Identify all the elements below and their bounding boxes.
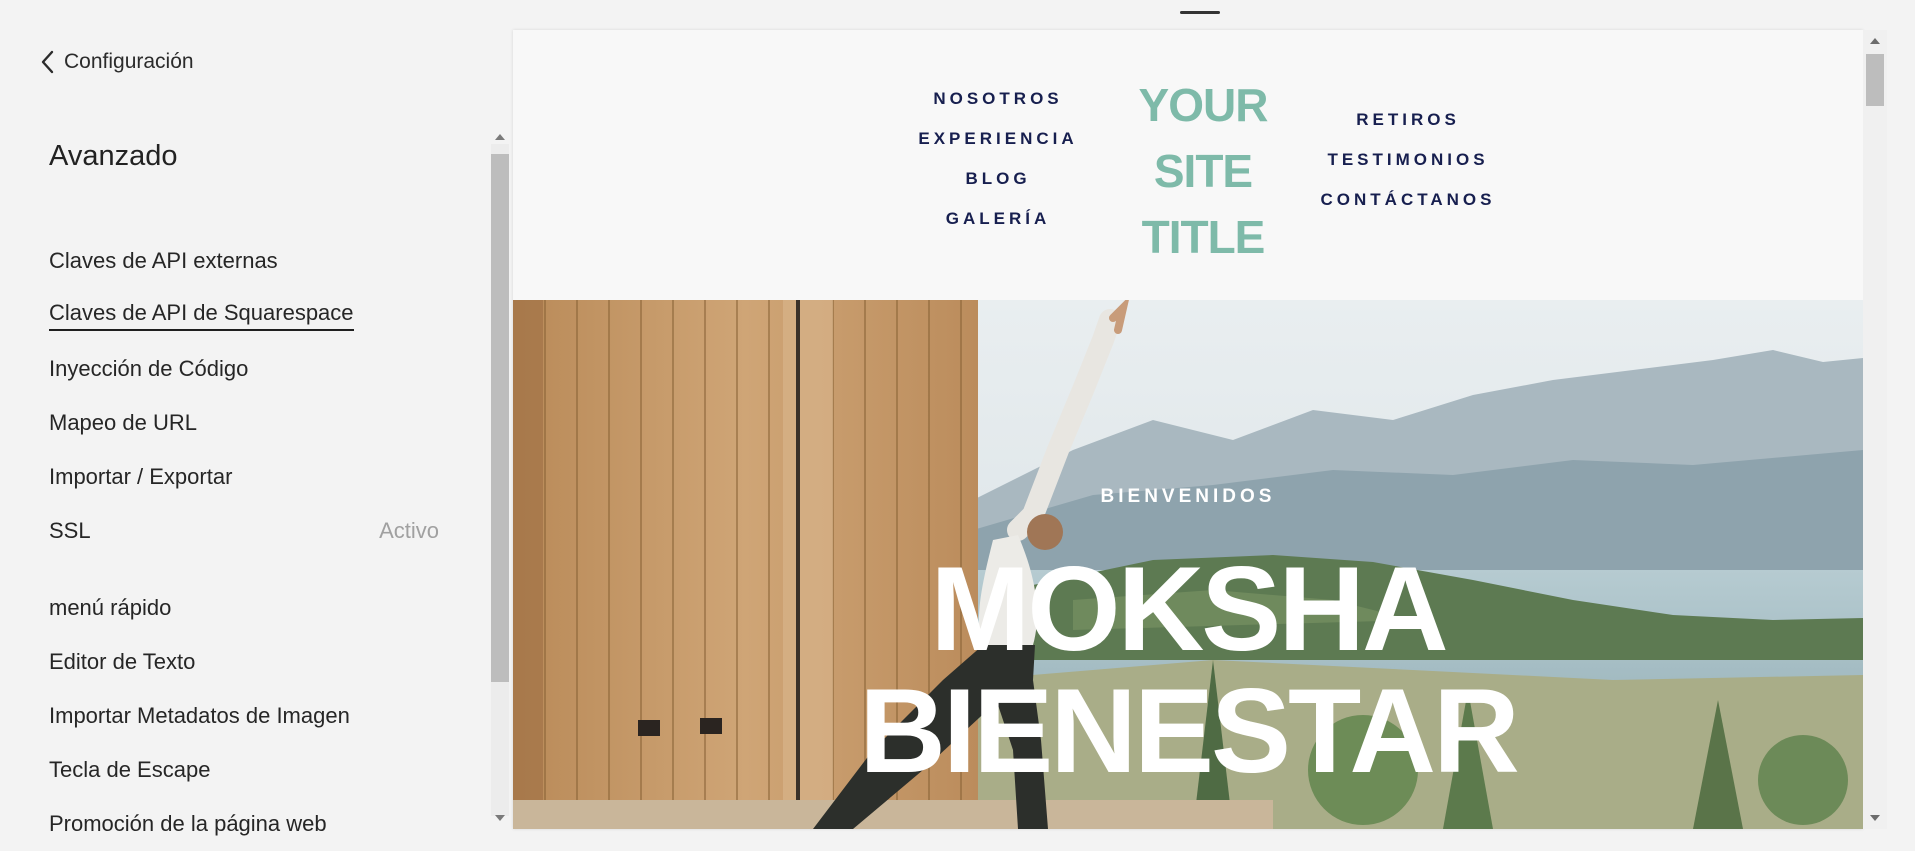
- scroll-down-arrow-icon[interactable]: [1870, 815, 1880, 821]
- menu-item-label: Promoción de la página web: [49, 811, 327, 836]
- scroll-up-arrow-icon[interactable]: [495, 134, 505, 140]
- site-nav-link[interactable]: GALERÍA: [946, 210, 1051, 228]
- scroll-up-arrow-icon[interactable]: [1870, 38, 1880, 44]
- menu-item-escape-key[interactable]: Tecla de Escape: [49, 743, 439, 797]
- ssl-status: Activo: [379, 518, 439, 543]
- menu-item-label: SSL: [49, 518, 91, 543]
- advanced-settings-list-secondary: menú rápido Editor de Texto Importar Met…: [49, 581, 439, 851]
- menu-item-label: Editor de Texto: [49, 649, 196, 674]
- site-nav-right: RETIROS TESTIMONIOS CONTÁCTANOS: [1283, 111, 1533, 209]
- site-nav-link[interactable]: BLOG: [965, 170, 1030, 188]
- site-header: NOSOTROS EXPERIENCIA BLOG GALERÍA YOUR S…: [513, 30, 1863, 300]
- menu-item-label: Claves de API de Squarespace: [49, 299, 354, 331]
- site-nav-link[interactable]: RETIROS: [1356, 111, 1460, 129]
- menu-item-ssl[interactable]: SSL Activo: [49, 504, 439, 558]
- menu-item-url-mappings[interactable]: Mapeo de URL: [49, 396, 439, 450]
- site-nav-link[interactable]: NOSOTROS: [933, 90, 1062, 108]
- menu-item-label: Claves de API externas: [49, 248, 278, 273]
- scroll-down-arrow-icon[interactable]: [495, 815, 505, 821]
- menu-item-code-injection[interactable]: Inyección de Código: [49, 342, 439, 396]
- menu-item-label: menú rápido: [49, 595, 172, 620]
- hero-title-line: MOKSHA: [930, 542, 1448, 676]
- menu-item-import-export[interactable]: Importar / Exportar: [49, 450, 439, 504]
- back-to-settings-link[interactable]: Configuración: [40, 48, 194, 76]
- menu-item-quick-menu[interactable]: menú rápido: [49, 581, 439, 635]
- site-title-line: TITLE: [1141, 211, 1266, 263]
- menu-item-label: Mapeo de URL: [49, 410, 197, 435]
- preview-scrollbar[interactable]: [1863, 30, 1887, 829]
- scrollbar-thumb[interactable]: [491, 154, 509, 682]
- site-nav-link[interactable]: TESTIMONIOS: [1327, 151, 1488, 169]
- menu-item-label: Inyección de Código: [49, 356, 249, 381]
- hero-banner: BIENVENIDOS MOKSHA BIENESTAR: [513, 300, 1863, 829]
- preview-drag-handle[interactable]: [1180, 11, 1220, 14]
- site-nav-link[interactable]: EXPERIENCIA: [918, 130, 1077, 148]
- panel-title: Avanzado: [49, 140, 178, 172]
- menu-item-label: Importar Metadatos de Imagen: [49, 703, 350, 728]
- menu-item-website-promotion[interactable]: Promoción de la página web: [49, 797, 439, 851]
- scrollbar-thumb[interactable]: [1866, 54, 1884, 106]
- hero-title: MOKSHA BIENESTAR: [513, 548, 1863, 792]
- advanced-settings-list: Claves de API externas Claves de API de …: [49, 234, 439, 558]
- menu-item-label: Tecla de Escape: [49, 757, 211, 782]
- menu-item-external-api-keys[interactable]: Claves de API externas: [49, 234, 439, 288]
- back-link-label: Configuración: [64, 50, 194, 73]
- hero-title-line: BIENESTAR: [859, 664, 1520, 798]
- chevron-left-icon: [41, 50, 54, 74]
- panel-scrollbar[interactable]: [488, 130, 512, 829]
- menu-item-text-editor[interactable]: Editor de Texto: [49, 635, 439, 689]
- hero-welcome-text: BIENVENIDOS: [1100, 486, 1276, 507]
- menu-item-label: Importar / Exportar: [49, 464, 233, 489]
- menu-item-squarespace-api-keys[interactable]: Claves de API de Squarespace: [49, 288, 439, 342]
- site-nav-link[interactable]: CONTÁCTANOS: [1321, 191, 1496, 209]
- menu-item-image-metadata-import[interactable]: Importar Metadatos de Imagen: [49, 689, 439, 743]
- site-preview: NOSOTROS EXPERIENCIA BLOG GALERÍA YOUR S…: [513, 30, 1863, 829]
